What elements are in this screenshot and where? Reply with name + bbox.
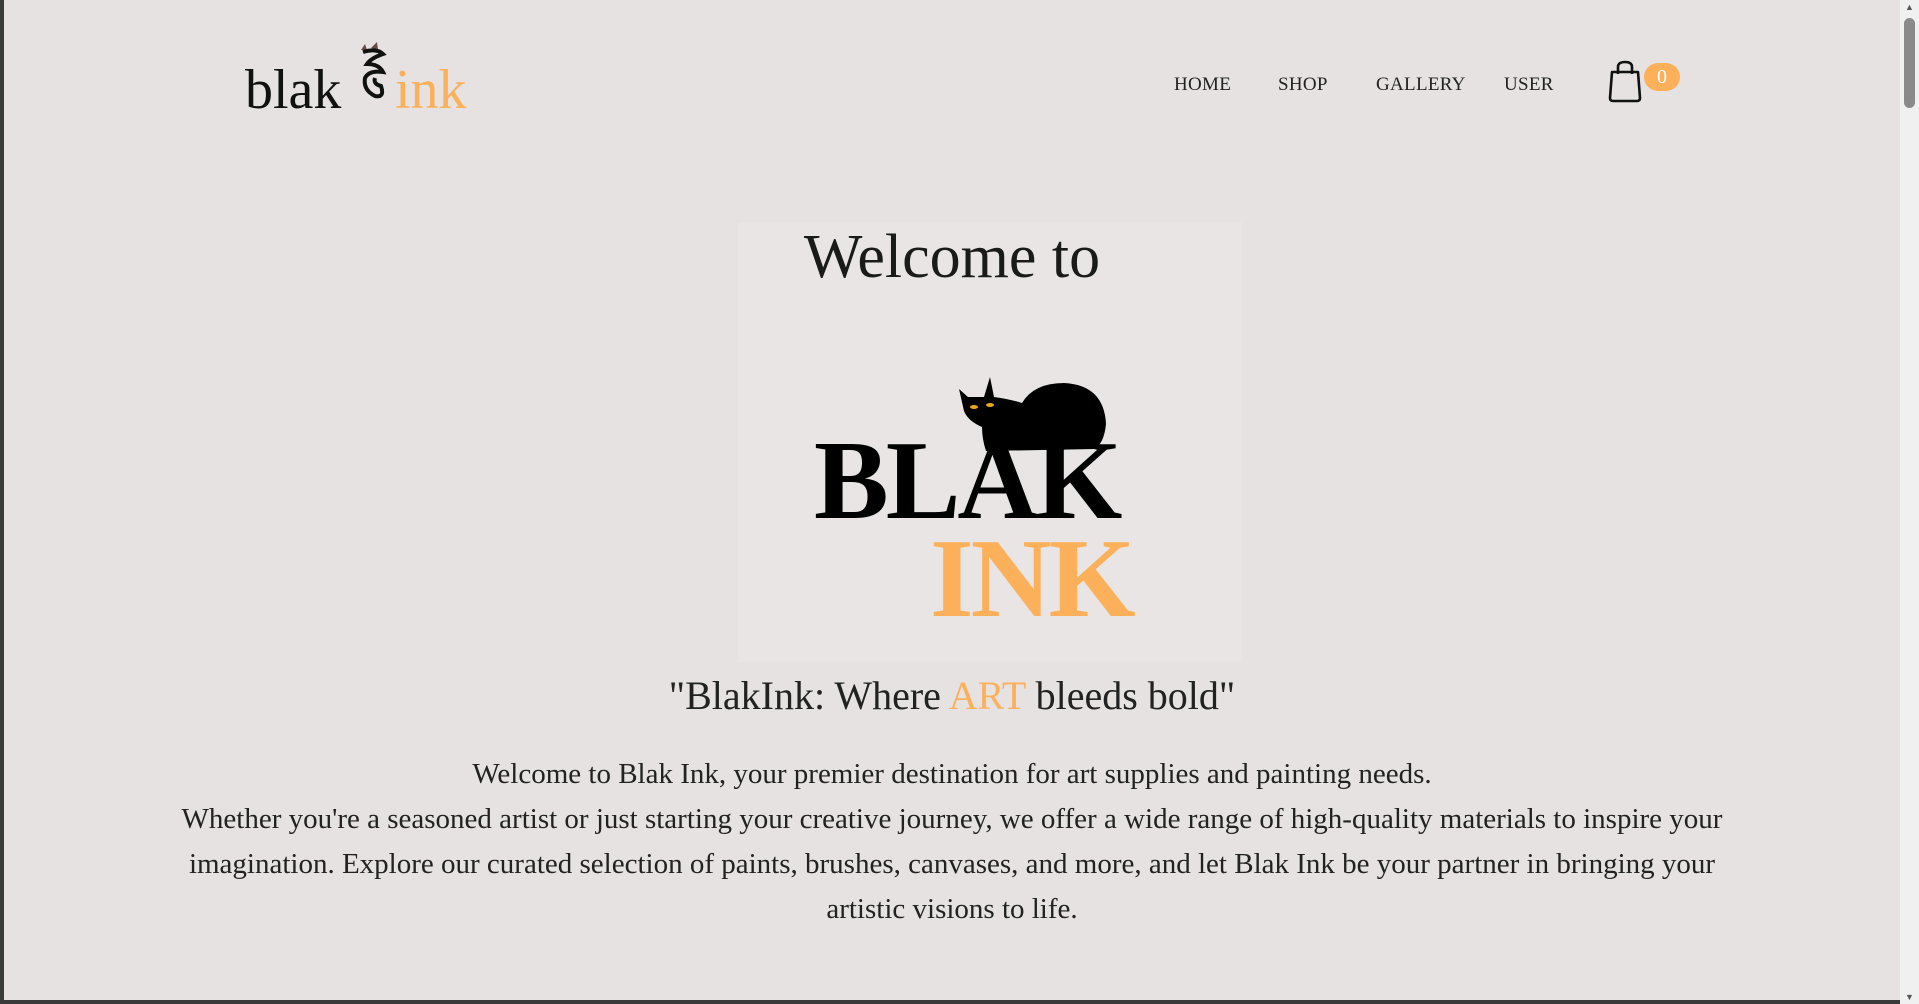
scrollbar[interactable]: ▲ ▼ [1900,0,1919,1004]
logo-ink-text: INK [930,517,1136,641]
page: blak ink HOME SHOP GALLERY USER 0 Welcom… [4,0,1900,1000]
tagline-accent: ART [948,673,1026,718]
tagline: "BlakInk: Where ART bleeds bold" [4,672,1900,719]
nav-shop[interactable]: SHOP [1278,74,1328,96]
logo-text-ink: ink [395,59,467,121]
blak-ink-logo: BLAK INK [814,365,1136,635]
nav-home[interactable]: HOME [1174,74,1231,96]
tagline-end: bleeds bold" [1025,673,1236,718]
description-line-1: Welcome to Blak Ink, your premier destin… [472,758,1432,790]
nav-gallery[interactable]: GALLERY [1376,74,1466,96]
welcome-heading: Welcome to [803,223,1101,291]
cart-count-badge: 0 [1644,63,1680,91]
shopping-bag-icon [1608,60,1642,103]
cat-glyph-icon [361,42,387,99]
description-body: Whether you're a seasoned artist or just… [181,803,1723,925]
scroll-up-icon[interactable]: ▲ [1905,2,1914,12]
intro-description: Welcome to Blak Ink, your premier destin… [154,752,1750,932]
scroll-down-icon[interactable]: ▼ [1905,992,1914,1002]
nav-user[interactable]: USER [1504,74,1554,96]
tagline-start: "BlakInk: Where [668,673,949,718]
scrollbar-thumb[interactable] [1904,18,1915,108]
cart-button[interactable] [1606,60,1644,109]
logo-text-blak: blak [245,59,342,121]
